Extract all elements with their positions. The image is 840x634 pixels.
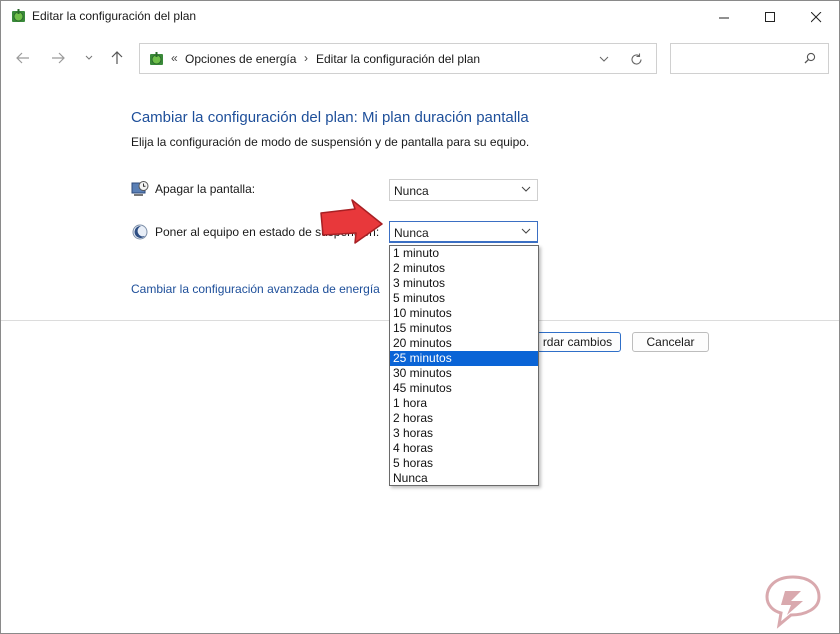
option-20-minutos[interactable]: 20 minutos (390, 336, 538, 351)
option-30-minutos[interactable]: 30 minutos (390, 366, 538, 381)
display-off-select[interactable]: Nunca (389, 179, 538, 201)
address-bar[interactable]: « Opciones de energía › Editar la config… (139, 43, 657, 74)
option-45-minutos[interactable]: 45 minutos (390, 381, 538, 396)
back-button[interactable] (11, 46, 35, 70)
power-options-icon (150, 52, 163, 65)
minimize-icon (718, 17, 729, 18)
arrow-up-icon (111, 51, 123, 64)
chevron-down-icon (599, 56, 609, 62)
refresh-button[interactable] (627, 50, 645, 68)
breadcrumb-edit-plan[interactable]: Editar la configuración del plan (316, 52, 480, 66)
search-box[interactable] (670, 43, 829, 74)
breadcrumb-overflow[interactable]: « (171, 51, 178, 65)
display-off-label: Apagar la pantalla: (155, 182, 256, 196)
search-icon (804, 52, 816, 64)
page-description: Elija la configuración de modo de suspen… (131, 135, 530, 149)
search-input[interactable] (677, 50, 791, 66)
sleep-select[interactable]: Nunca (389, 221, 538, 243)
display-off-value: Nunca (394, 184, 429, 198)
close-icon (810, 11, 821, 22)
option-3-horas[interactable]: 3 horas (390, 426, 538, 441)
option-5-minutos[interactable]: 5 minutos (390, 291, 538, 306)
close-button[interactable] (793, 1, 839, 33)
option-5-horas[interactable]: 5 horas (390, 456, 538, 471)
up-button[interactable] (105, 46, 129, 70)
maximize-icon (764, 11, 775, 22)
option-1-hora[interactable]: 1 hora (390, 396, 538, 411)
recent-locations-button[interactable] (77, 46, 101, 70)
window: Editar la configuración del plan « Opcio… (0, 0, 840, 634)
forward-button[interactable] (46, 46, 70, 70)
option-2-horas[interactable]: 2 horas (390, 411, 538, 426)
refresh-icon (630, 53, 642, 65)
chevron-down-icon (85, 55, 93, 60)
cancel-button[interactable]: Cancelar (632, 332, 709, 352)
address-dropdown-button[interactable] (595, 50, 613, 68)
page-heading: Cambiar la configuración del plan: Mi pl… (131, 109, 529, 126)
maximize-button[interactable] (747, 1, 793, 33)
option-3-minutos[interactable]: 3 minutos (390, 276, 538, 291)
option-nunca[interactable]: Nunca (390, 471, 538, 486)
sleep-moon-icon (132, 224, 148, 240)
option-4-horas[interactable]: 4 horas (390, 441, 538, 456)
power-options-icon (12, 9, 25, 22)
chevron-down-icon (521, 186, 531, 192)
breadcrumb-power-options[interactable]: Opciones de energía (185, 52, 296, 66)
option-25-minutos[interactable]: 25 minutos (390, 351, 538, 366)
title-bar: Editar la configuración del plan (1, 1, 839, 33)
option-15-minutos[interactable]: 15 minutos (390, 321, 538, 336)
advanced-settings-link[interactable]: Cambiar la configuración avanzada de ene… (131, 282, 380, 296)
breadcrumb-separator[interactable]: › (304, 51, 308, 65)
watermark-logo-icon (765, 575, 821, 629)
cancel-label: Cancelar (646, 335, 695, 349)
minimize-button[interactable] (701, 1, 747, 33)
window-title: Editar la configuración del plan (32, 9, 197, 23)
chevron-down-icon (521, 228, 531, 234)
sleep-value: Nunca (394, 226, 429, 240)
sleep-options-list[interactable]: 1 minuto 2 minutos 3 minutos 5 minutos 1… (389, 245, 539, 486)
option-10-minutos[interactable]: 10 minutos (390, 306, 538, 321)
arrow-right-icon (52, 52, 65, 64)
option-2-minutos[interactable]: 2 minutos (390, 261, 538, 276)
annotation-arrow-icon (320, 199, 383, 244)
option-1-minuto[interactable]: 1 minuto (390, 246, 538, 261)
arrow-left-icon (16, 52, 29, 64)
monitor-clock-icon (131, 181, 149, 196)
